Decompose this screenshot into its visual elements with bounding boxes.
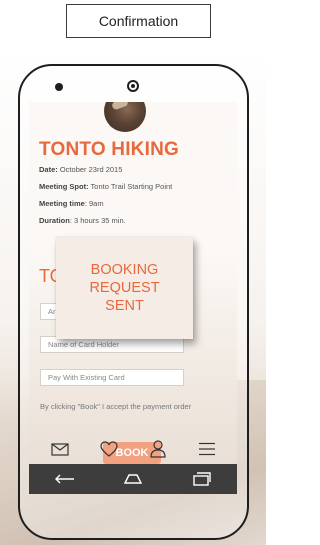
android-nav-bar: [29, 464, 237, 494]
detail-meeting-spot-value: Tonto Trail Starting Point: [88, 182, 173, 191]
menu-icon[interactable]: [194, 438, 220, 460]
recent-apps-icon[interactable]: [182, 467, 222, 491]
detail-date-value: October 23rd 2015: [57, 165, 123, 174]
existing-card-option[interactable]: Pay With Existing Card: [40, 369, 184, 386]
home-icon[interactable]: [113, 467, 153, 491]
modal-line-1: BOOKING: [90, 262, 159, 278]
detail-duration-value: : 3 hours 35 min.: [69, 216, 126, 225]
camera-icon: [127, 80, 139, 92]
booking-sent-message: BOOKING REQUEST SENT: [80, 261, 170, 315]
detail-date: Date: October 23rd 2015: [39, 165, 122, 174]
booking-sent-dialog: BOOKING REQUEST SENT: [56, 237, 193, 339]
confirmation-label: Confirmation: [66, 4, 211, 38]
hike-photo: [104, 102, 146, 132]
tab-bar: [29, 436, 237, 462]
detail-duration-key: Duration: [39, 216, 70, 225]
detail-meeting-time-value: : 9am: [84, 199, 104, 208]
detail-duration: Duration: 3 hours 35 min.: [39, 216, 126, 225]
modal-line-2: REQUEST: [89, 280, 160, 296]
mail-icon[interactable]: [47, 438, 73, 460]
user-icon[interactable]: [145, 438, 171, 460]
detail-meeting-time-key: Meeting time: [39, 199, 85, 208]
terms-text: By clicking "Book" I accept the payment …: [40, 402, 192, 411]
back-icon[interactable]: [44, 467, 84, 491]
detail-meeting-time: Meeting time: 9am: [39, 199, 104, 208]
speaker-icon: [55, 83, 63, 91]
detail-meeting-spot-key: Meeting Spot:: [39, 182, 89, 191]
detail-meeting-spot: Meeting Spot: Tonto Trail Starting Point: [39, 182, 172, 191]
heart-icon[interactable]: [96, 438, 122, 460]
detail-date-key: Date:: [39, 165, 58, 174]
modal-line-3: SENT: [105, 298, 144, 314]
hike-title: TONTO HIKING: [39, 139, 179, 160]
